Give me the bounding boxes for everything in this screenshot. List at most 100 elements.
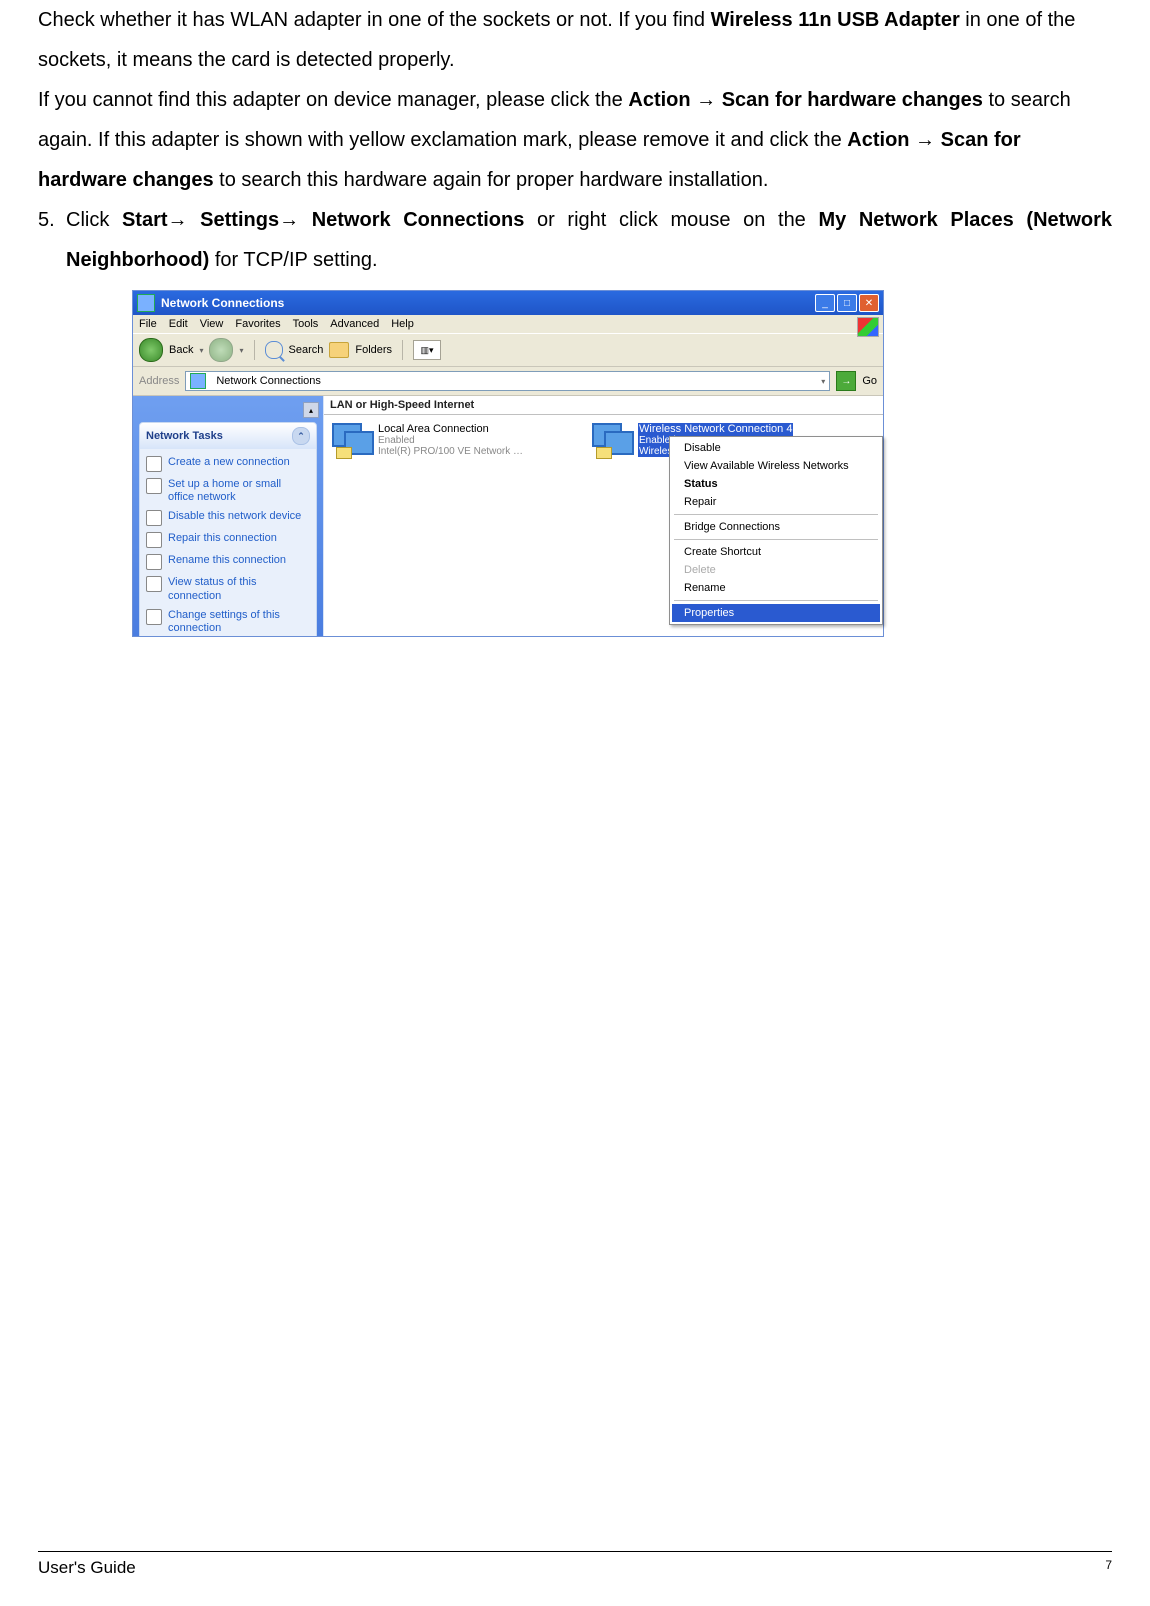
footer-title: User's Guide — [38, 1558, 136, 1578]
back-button[interactable] — [139, 338, 163, 362]
menu-tools[interactable]: Tools — [293, 318, 319, 330]
network-tasks-box: Network Tasks ⌃ Create a new connection … — [139, 422, 317, 636]
scroll-up-icon[interactable]: ▴ — [303, 402, 319, 418]
ctx-view-networks[interactable]: View Available Wireless Networks — [672, 457, 880, 475]
wlan-name: Wireless Network Connection 4 — [638, 423, 793, 435]
dropdown-icon[interactable]: ▾ — [821, 377, 825, 386]
lan-status: Enabled — [378, 435, 523, 446]
network-icon — [137, 294, 155, 312]
task-setup-network[interactable]: Set up a home or small office network — [146, 475, 310, 507]
go-button[interactable]: → — [836, 371, 856, 391]
ctx-delete: Delete — [672, 561, 880, 579]
task-icon — [146, 532, 162, 548]
ctx-disable[interactable]: Disable — [672, 439, 880, 457]
ctx-properties[interactable]: Properties — [672, 604, 880, 622]
lan-name: Local Area Connection — [378, 423, 523, 435]
text: to search this hardware again for proper… — [214, 169, 769, 191]
go-label: Go — [862, 375, 877, 387]
text: Click — [66, 209, 122, 231]
text-bold: Start→ Settings→ Network Connections — [122, 209, 524, 231]
paragraph-scan: If you cannot find this adapter on devic… — [38, 80, 1112, 200]
back-label: Back — [169, 344, 193, 356]
text: Check whether it has WLAN adapter in one… — [38, 9, 711, 31]
menubar: File Edit View Favorites Tools Advanced … — [133, 315, 883, 334]
folders-icon[interactable] — [329, 342, 349, 358]
ctx-shortcut[interactable]: Create Shortcut — [672, 543, 880, 561]
menu-favorites[interactable]: Favorites — [235, 318, 280, 330]
ctx-separator — [674, 514, 878, 515]
task-icon — [146, 510, 162, 526]
network-tasks-header[interactable]: Network Tasks ⌃ — [140, 423, 316, 449]
body-text: Check whether it has WLAN adapter in one… — [38, 0, 1112, 280]
ctx-separator — [674, 539, 878, 540]
task-pane: ▴ Network Tasks ⌃ Create a new connectio… — [133, 396, 324, 636]
text-bold: Action → Scan for hardware changes — [628, 89, 983, 111]
task-icon — [146, 456, 162, 472]
task-icon — [146, 609, 162, 625]
separator — [254, 340, 255, 360]
network-connections-window: Network Connections _ □ ✕ File Edit View… — [132, 290, 884, 637]
search-icon[interactable] — [265, 341, 283, 359]
back-chevron-icon[interactable]: ▾ — [199, 346, 203, 355]
task-create-connection[interactable]: Create a new connection — [146, 453, 310, 475]
ctx-bridge[interactable]: Bridge Connections — [672, 518, 880, 536]
task-disable-device[interactable]: Disable this network device — [146, 507, 310, 529]
window-title: Network Connections — [161, 296, 284, 310]
step-5: 5. Click Start→ Settings→ Network Connec… — [38, 200, 1112, 280]
step-number: 5. — [38, 200, 66, 280]
ctx-repair[interactable]: Repair — [672, 493, 880, 511]
titlebar[interactable]: Network Connections _ □ ✕ — [133, 291, 883, 315]
window-buttons: _ □ ✕ — [813, 294, 879, 312]
main-pane: LAN or High-Speed Internet Local Area Co… — [324, 396, 883, 636]
task-change-settings[interactable]: Change settings of this connection — [146, 606, 310, 636]
lan-connection[interactable]: Local Area Connection Enabled Intel(R) P… — [332, 423, 552, 459]
address-field[interactable]: Network Connections ▾ — [185, 371, 830, 391]
search-label[interactable]: Search — [289, 344, 324, 356]
task-icon — [146, 576, 162, 592]
ctx-status[interactable]: Status — [672, 475, 880, 493]
close-button[interactable]: ✕ — [859, 294, 879, 312]
folders-label[interactable]: Folders — [355, 344, 392, 356]
page-footer: User's Guide 7 — [38, 1551, 1112, 1578]
maximize-button[interactable]: □ — [837, 294, 857, 312]
text: If you cannot find this adapter on devic… — [38, 89, 628, 111]
menu-advanced[interactable]: Advanced — [330, 318, 379, 330]
page-number: 7 — [1105, 1558, 1112, 1578]
context-menu: Disable View Available Wireless Networks… — [669, 436, 883, 625]
menu-edit[interactable]: Edit — [169, 318, 188, 330]
paragraph-wlan-check: Check whether it has WLAN adapter in one… — [38, 0, 1112, 80]
section-header: LAN or High-Speed Internet — [324, 396, 883, 415]
address-bar: Address Network Connections ▾ → Go — [133, 367, 883, 396]
forward-button[interactable] — [209, 338, 233, 362]
text: for TCP/IP setting. — [209, 249, 377, 271]
content-area: ▴ Network Tasks ⌃ Create a new connectio… — [133, 396, 883, 636]
windows-flag-icon — [857, 317, 879, 337]
task-view-status[interactable]: View status of this connection — [146, 573, 310, 605]
address-label: Address — [139, 375, 179, 387]
task-icon — [146, 478, 162, 494]
views-button[interactable]: ▥▾ — [413, 340, 441, 360]
menu-help[interactable]: Help — [391, 318, 414, 330]
task-list: Create a new connection Set up a home or… — [140, 449, 316, 636]
step-body: Click Start→ Settings→ Network Connectio… — [66, 200, 1112, 280]
network-icon — [190, 373, 206, 389]
separator — [402, 340, 403, 360]
task-repair[interactable]: Repair this connection — [146, 529, 310, 551]
task-icon — [146, 554, 162, 570]
toolbar: Back ▾ ▾ Search Folders ▥▾ — [133, 334, 883, 367]
text-bold: Wireless 11n USB Adapter — [711, 9, 960, 31]
forward-chevron-icon[interactable]: ▾ — [239, 346, 243, 355]
ctx-separator — [674, 600, 878, 601]
menu-file[interactable]: File — [139, 318, 157, 330]
address-value: Network Connections — [216, 375, 321, 387]
wlan-icon — [592, 423, 632, 459]
text: or right click mouse on the — [524, 209, 818, 231]
ctx-rename[interactable]: Rename — [672, 579, 880, 597]
menu-view[interactable]: View — [200, 318, 224, 330]
task-rename[interactable]: Rename this connection — [146, 551, 310, 573]
minimize-button[interactable]: _ — [815, 294, 835, 312]
lan-icon — [332, 423, 372, 459]
collapse-icon[interactable]: ⌃ — [292, 427, 310, 445]
tasks-title: Network Tasks — [146, 430, 223, 442]
lan-device: Intel(R) PRO/100 VE Network … — [378, 446, 523, 457]
